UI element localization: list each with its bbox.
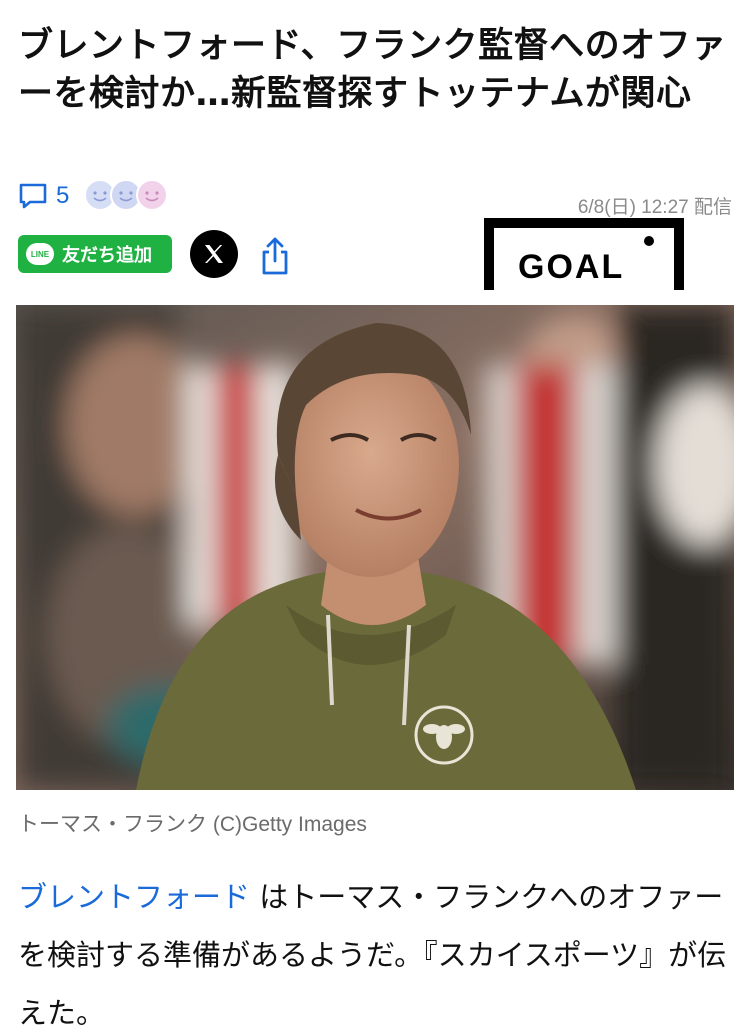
article-meta: 5 6/8(日) 12:27 配信 — [18, 176, 732, 218]
x-share-button[interactable] — [190, 230, 238, 278]
line-logo-icon: LINE — [26, 243, 54, 265]
photo-thomas-frank — [16, 305, 734, 790]
goal-logo-text: GOAL — [518, 248, 625, 286]
smile-face-icon — [136, 179, 168, 211]
goal-logo-dot — [644, 236, 654, 246]
photo-caption: トーマス・フランク (C)Getty Images — [18, 813, 367, 836]
comment-count: 5 — [56, 182, 70, 209]
article-headline: ブレントフォード、フランク監督へのオファーを検討か…新監督探すトッテナムが関心 — [18, 26, 727, 114]
brentford-link[interactable]: ブレントフォード — [18, 880, 250, 914]
x-logo-icon — [205, 245, 223, 263]
article-body: ブレントフォード はトーマス・フランクへのオファーを検討する準備があるようだ。『… — [18, 868, 732, 1032]
comments-button[interactable]: 5 — [18, 180, 69, 212]
share-button[interactable] — [258, 236, 292, 276]
reaction-faces[interactable] — [82, 178, 192, 212]
share-icon — [262, 237, 288, 275]
comment-icon — [19, 183, 47, 209]
reaction-face-icons — [84, 179, 168, 211]
source-logo-goal[interactable]: GOAL — [484, 218, 684, 290]
publish-date: 6/8(日) 12:27 配信 — [577, 197, 732, 218]
line-add-friend-button[interactable]: LINE 友だち追加 — [18, 235, 172, 273]
line-add-friend-label: 友だち追加 — [62, 245, 152, 266]
article-photo[interactable] — [16, 305, 734, 790]
